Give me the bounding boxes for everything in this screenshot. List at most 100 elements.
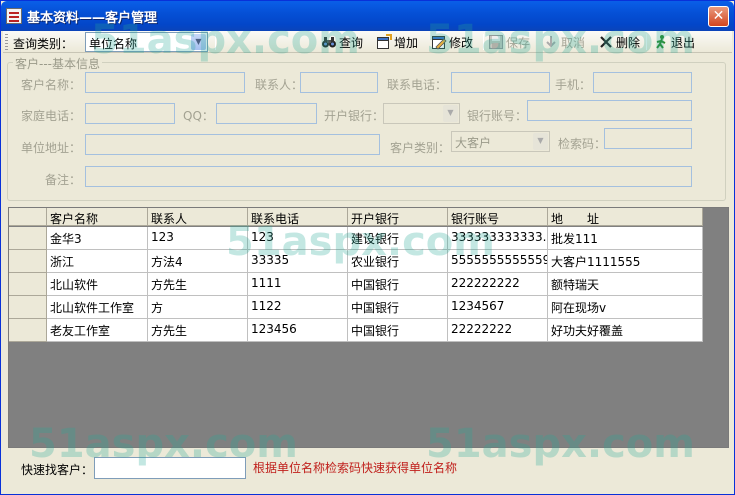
mobile-label: 手机： <box>555 78 592 92</box>
table-cell[interactable]: 北山软件 <box>47 273 148 296</box>
table-cell[interactable]: 方先生 <box>148 273 248 296</box>
table-cell[interactable]: 北山软件工作室 <box>47 296 148 319</box>
delete-button[interactable]: 删除 <box>598 32 640 52</box>
toolbar: 查询类别： 单位名称 ▼ 查询 增加 修改 保存 取消 删除 退出 <box>3 31 732 53</box>
table-cell[interactable]: 大客户1111555 <box>548 250 703 273</box>
chevron-down-icon[interactable]: ▼ <box>191 34 206 50</box>
customer-grid[interactable]: 客户名称 联系人 联系电话 开户银行 银行账号 地 址 金华3 123 123 … <box>8 207 729 448</box>
table-cell[interactable]: 阿在现场v <box>548 296 703 319</box>
toolbar-separator <box>215 34 216 50</box>
table-cell[interactable]: 浙江 <box>47 250 148 273</box>
bank-account-label: 银行账号： <box>467 109 528 123</box>
chevron-down-icon[interactable]: ▼ <box>443 105 458 122</box>
title-bar[interactable]: 基本资料——客户管理 ✕ <box>1 1 734 31</box>
table-cell[interactable]: 33335 <box>248 250 348 273</box>
table-cell[interactable]: 5555555555559 <box>448 250 548 273</box>
toolbar-separator <box>483 34 484 50</box>
column-header[interactable]: 联系电话 <box>248 208 348 226</box>
close-button[interactable]: ✕ <box>708 6 729 27</box>
quick-find-label: 快速找客户： <box>21 463 94 477</box>
row-header[interactable] <box>9 250 47 273</box>
query-type-value: 单位名称 <box>89 37 138 51</box>
save-button[interactable]: 保存 <box>488 32 530 52</box>
table-cell[interactable]: 333333333333... <box>448 227 548 250</box>
chevron-down-icon[interactable]: ▼ <box>533 133 548 150</box>
delete-x-icon <box>598 34 614 50</box>
table-cell[interactable]: 中国银行 <box>348 296 448 319</box>
home-phone-field[interactable] <box>85 103 175 124</box>
app-icon <box>6 8 22 24</box>
table-cell[interactable]: 22222222 <box>448 319 548 342</box>
bank-select[interactable]: ▼ <box>383 103 460 124</box>
toolbar-separator <box>646 34 647 50</box>
table-row[interactable]: 金华3 123 123 建设银行 333333333333... 批发111 <box>9 227 703 250</box>
address-field[interactable] <box>85 134 380 155</box>
add-button-label: 增加 <box>394 35 419 50</box>
column-header[interactable]: 开户银行 <box>348 208 448 226</box>
table-cell[interactable]: 1122 <box>248 296 348 319</box>
grid-corner <box>9 208 47 226</box>
table-cell[interactable]: 123 <box>148 227 248 250</box>
query-button[interactable]: 查询 <box>321 32 363 52</box>
customer-type-value: 大客户 <box>455 136 492 150</box>
table-cell[interactable]: 123 <box>248 227 348 250</box>
cancel-button-label: 取消 <box>561 35 586 50</box>
address-label: 单位地址： <box>21 141 82 155</box>
table-cell[interactable]: 老友工作室 <box>47 319 148 342</box>
delete-button-label: 删除 <box>616 35 641 50</box>
table-cell[interactable]: 农业银行 <box>348 250 448 273</box>
add-button[interactable]: 增加 <box>376 32 418 52</box>
row-header[interactable] <box>9 319 47 342</box>
table-cell[interactable]: 批发111 <box>548 227 703 250</box>
table-cell[interactable]: 方先生 <box>148 319 248 342</box>
customer-type-select[interactable]: 大客户 ▼ <box>451 131 550 152</box>
grid-header-row: 客户名称 联系人 联系电话 开户银行 银行账号 地 址 <box>9 208 703 226</box>
remark-field[interactable] <box>85 166 692 187</box>
cancel-button[interactable]: 取消 <box>543 32 585 52</box>
quick-find-input[interactable] <box>94 457 246 479</box>
query-button-label: 查询 <box>339 35 364 50</box>
table-cell[interactable]: 中国银行 <box>348 273 448 296</box>
customer-name-field[interactable] <box>85 72 245 93</box>
qq-field[interactable] <box>216 103 317 124</box>
table-cell[interactable]: 方 <box>148 296 248 319</box>
customer-type-label: 客户类别： <box>390 141 451 155</box>
table-cell[interactable]: 金华3 <box>47 227 148 250</box>
row-header[interactable] <box>9 296 47 319</box>
table-row[interactable]: 浙江 方法4 33335 农业银行 5555555555559 大客户11115… <box>9 250 703 273</box>
table-cell[interactable]: 建设银行 <box>348 227 448 250</box>
table-cell[interactable]: 1111 <box>248 273 348 296</box>
query-type-select[interactable]: 单位名称 ▼ <box>85 32 208 52</box>
table-cell[interactable]: 额特瑞天 <box>548 273 703 296</box>
row-header[interactable] <box>9 273 47 296</box>
qq-label: QQ： <box>183 109 214 123</box>
toolbar-grip[interactable] <box>5 34 8 50</box>
table-cell[interactable]: 1234567 <box>448 296 548 319</box>
row-header[interactable] <box>9 227 47 250</box>
table-cell[interactable]: 123456 <box>248 319 348 342</box>
table-cell[interactable]: 好功夫好覆盖 <box>548 319 703 342</box>
table-row[interactable]: 北山软件工作室 方 1122 中国银行 1234567 阿在现场v <box>9 296 703 319</box>
binoculars-icon <box>321 34 337 50</box>
contact-phone-label: 联系电话： <box>387 78 448 92</box>
search-code-field[interactable] <box>604 128 692 149</box>
contact-field[interactable] <box>300 72 378 93</box>
column-header[interactable]: 联系人 <box>148 208 248 226</box>
table-cell[interactable]: 中国银行 <box>348 319 448 342</box>
customer-name-label: 客户名称： <box>21 78 82 92</box>
mobile-field[interactable] <box>593 72 692 93</box>
remark-label: 备注： <box>45 173 82 187</box>
column-header[interactable]: 银行账号 <box>448 208 548 226</box>
edit-button[interactable]: 修改 <box>431 32 473 52</box>
exit-button[interactable]: 退出 <box>653 32 695 52</box>
table-cell[interactable]: 222222222 <box>448 273 548 296</box>
save-icon <box>488 34 504 50</box>
bank-account-field[interactable] <box>527 100 692 121</box>
table-row[interactable]: 北山软件 方先生 1111 中国银行 222222222 额特瑞天 <box>9 273 703 296</box>
contact-phone-field[interactable] <box>451 72 550 93</box>
column-header[interactable]: 地 址 <box>548 208 703 226</box>
column-header[interactable]: 客户名称 <box>47 208 148 226</box>
table-cell[interactable]: 方法4 <box>148 250 248 273</box>
table-row[interactable]: 老友工作室 方先生 123456 中国银行 22222222 好功夫好覆盖 <box>9 319 703 342</box>
exit-button-label: 退出 <box>671 35 696 50</box>
